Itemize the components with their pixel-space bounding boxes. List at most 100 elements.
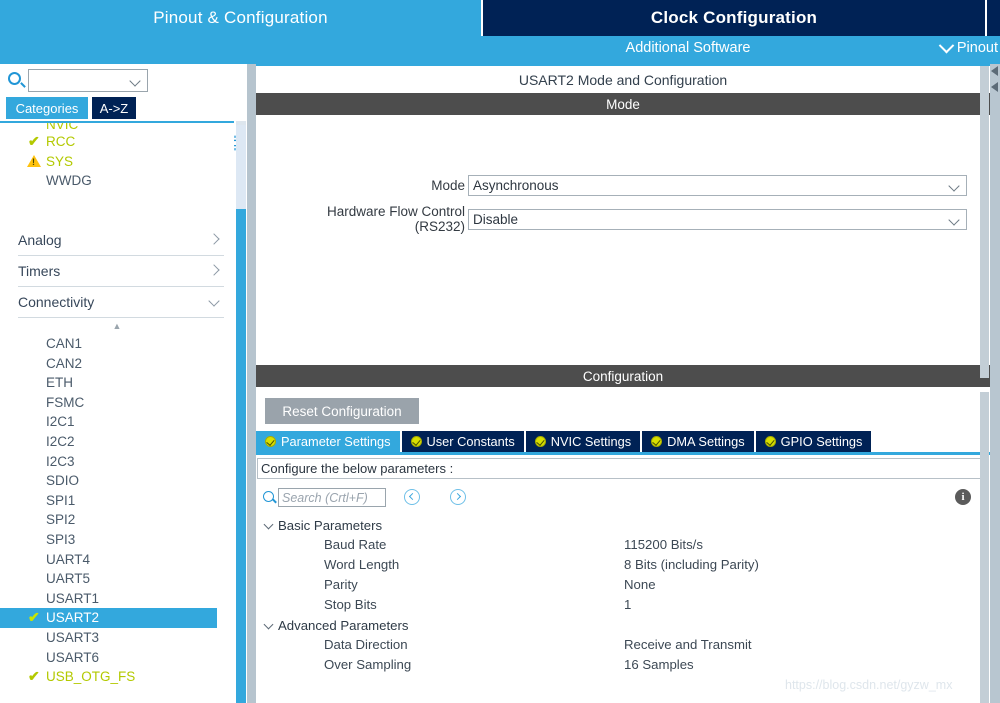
config-tab-nvic-settings[interactable]: NVIC Settings [525,431,641,452]
reset-configuration-label: Reset Configuration [282,403,402,419]
sidebar-item-fsmc-label: FSMC [46,394,85,410]
sidebar-item-spi1[interactable]: SPI1 [0,491,234,511]
sidebar-item-sdio[interactable]: SDIO [0,471,234,491]
check-icon: ✔ [28,667,40,684]
sidebar-item-i2c2[interactable]: I2C2 [0,432,234,452]
sidebar-item-sys[interactable]: SYS [0,152,234,172]
sidebar-item-usart3[interactable]: USART3 [0,628,234,648]
scroll-up-handle[interactable]: ▲ [0,318,234,334]
sidebar-scrollbar-thumb[interactable] [236,209,246,703]
param-row[interactable]: Over Sampling 16 Samples [256,655,990,675]
sidebar-item-wwdg[interactable]: WWDG [0,171,234,191]
param-row[interactable]: Parity None [256,575,990,595]
info-icon[interactable]: i [955,489,971,505]
sidebar-item-i2c2-label: I2C2 [46,434,75,450]
sidebar-item-rcc-label: RCC [46,134,76,150]
sidebar-item-spi3[interactable]: SPI3 [0,530,234,550]
chevron-right-icon [208,264,220,276]
pinout-dropdown[interactable]: Pinout [938,37,998,56]
config-tab-parameter-settings[interactable]: Parameter Settings [256,431,400,452]
sidebar-item-i2c3-label: I2C3 [46,453,75,469]
tab-pinout-configuration[interactable]: Pinout & Configuration [0,0,481,36]
config-tab-user-constants[interactable]: User Constants [401,431,524,452]
next-match-button[interactable] [450,489,466,505]
configuration-section-header: Configuration [256,365,990,387]
sidebar-item-uart4[interactable]: UART4 [0,549,234,569]
param-name: Over Sampling [324,657,412,672]
sidebar-item-i2c3[interactable]: I2C3 [0,451,234,471]
sidebar-item-can2[interactable]: CAN2 [0,353,234,373]
check-icon: ✔ [28,609,40,626]
mode-select[interactable]: Asynchronous [468,175,967,196]
configure-hint-bar: Configure the below parameters : [257,458,987,479]
sidebar-group-analog[interactable]: Analog [18,225,224,256]
additional-software-button[interactable]: Additional Software [626,40,751,56]
panel-splitter[interactable] [247,64,256,703]
tab-a-to-z[interactable]: A->Z [92,97,136,119]
flow-control-select[interactable]: Disable [468,208,967,230]
sidebar-item-wwdg-label: WWDG [46,173,92,189]
flow-control-field-row: Hardware Flow Control (RS232) Disable [282,204,967,234]
additional-software-label: Additional Software [625,40,751,56]
sidebar-item-fsmc[interactable]: FSMC [0,393,234,413]
watermark: https://blog.csdn.net/gyzw_mx [785,678,953,692]
sidebar-group-connectivity-label: Connectivity [18,293,95,310]
sidebar-item-uart5[interactable]: UART5 [0,569,234,589]
param-row[interactable]: Baud Rate 115200 Bits/s [256,535,990,555]
check-circle-icon [651,436,663,447]
param-group-label: Advanced Parameters [278,617,409,633]
mode-panel-scrollbar[interactable] [980,66,989,378]
sidebar-peripheral-list: NVIC ✔ RCC SYS WWDG Analog Timers [0,121,234,703]
sidebar-item-eth[interactable]: ETH [0,373,234,393]
sidebar-scrollbar-track[interactable] [236,121,246,703]
window-scrollbar[interactable] [990,64,1000,703]
param-value: 8 Bits (including Parity) [624,557,759,572]
sidebar-item-i2c1-label: I2C1 [46,414,75,430]
parameter-search-input[interactable]: Search (Crtl+F) [278,488,386,507]
sidebar-item-usart2-label: USART2 [46,610,100,626]
reset-configuration-button[interactable]: Reset Configuration [265,398,419,424]
tab-overflow[interactable] [987,0,1000,36]
component-sidebar: Categories A->Z NVIC ✔ RCC SYS WWDG [0,64,248,703]
sidebar-search-input[interactable] [28,69,148,92]
tab-categories[interactable]: Categories [6,97,88,119]
usart2-config-panel: USART2 Mode and Configuration Mode Mode … [256,64,990,703]
sidebar-item-nvic[interactable]: NVIC [0,123,234,132]
sidebar-item-sdio-label: SDIO [46,473,80,489]
check-circle-icon [534,436,546,447]
mode-field-row: Mode Asynchronous [282,175,967,196]
param-row[interactable]: Word Length 8 Bits (including Parity) [256,555,990,575]
chevron-left-icon [408,492,417,501]
sidebar-item-usb_otg_fs[interactable]: ✔ USB_OTG_FS [0,667,234,687]
configuration-panel-scrollbar[interactable] [980,392,989,703]
chevron-right-icon [453,492,462,501]
sidebar-group-timers[interactable]: Timers [18,256,224,287]
chevron-down-icon [948,180,960,192]
sidebar-item-i2c1[interactable]: I2C1 [0,412,234,432]
sidebar-item-spi2[interactable]: SPI2 [0,510,234,530]
sidebar-item-spi2-label: SPI2 [46,512,76,528]
tab-clock-configuration[interactable]: Clock Configuration [483,0,985,36]
scroll-arrow-icon-2[interactable] [991,82,998,92]
sidebar-item-usart6[interactable]: USART6 [0,647,234,667]
sidebar-item-rcc[interactable]: ✔ RCC [0,132,234,152]
param-group-advanced-parameters[interactable]: Advanced Parameters [256,615,990,635]
sidebar-group-connectivity[interactable]: Connectivity [18,287,224,318]
chevron-down-icon [263,619,274,630]
param-value: 16 Samples [624,657,694,672]
sidebar-item-usart2[interactable]: ✔ USART2 [0,608,217,628]
sidebar-group-analog-label: Analog [18,231,62,248]
config-tab-dma-settings[interactable]: DMA Settings [642,431,754,452]
previous-match-button[interactable] [404,489,420,505]
main-tab-bar: Pinout & Configuration Clock Configurati… [0,0,1000,36]
param-group-basic-parameters[interactable]: Basic Parameters [256,515,990,535]
config-tab-gpio-settings[interactable]: GPIO Settings [755,431,872,452]
param-row[interactable]: Data Direction Receive and Transmit [256,635,990,655]
param-value: Receive and Transmit [624,637,752,652]
scroll-arrow-icon[interactable] [991,66,998,76]
tab-pinout-configuration-label: Pinout & Configuration [153,8,328,27]
param-row[interactable]: Stop Bits 1 [256,595,990,615]
sidebar-item-can1[interactable]: CAN1 [0,334,234,354]
sidebar-item-usart1[interactable]: USART1 [0,589,234,609]
configuration-section-body: Reset Configuration Parameter Settings Us… [256,387,990,697]
